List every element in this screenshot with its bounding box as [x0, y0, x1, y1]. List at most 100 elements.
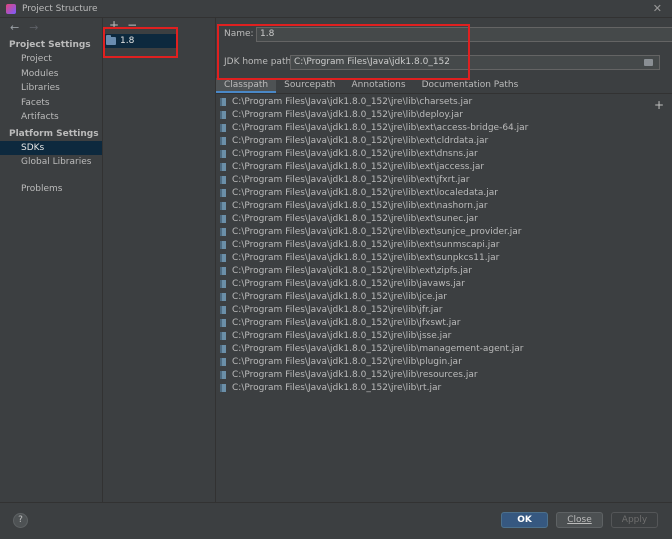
- close-button[interactable]: Close: [556, 512, 603, 528]
- jar-icon: [220, 279, 226, 288]
- classpath-entry: C:\Program Files\Java\jdk1.8.0_152\jre\l…: [232, 278, 465, 289]
- tab-annotations[interactable]: Annotations: [344, 78, 414, 93]
- classpath-entry: C:\Program Files\Java\jdk1.8.0_152\jre\l…: [232, 239, 500, 250]
- jar-icon: [220, 331, 226, 340]
- jdk-home-path-label: JDK home path:: [224, 57, 295, 67]
- classpath-entry: C:\Program Files\Java\jdk1.8.0_152\jre\l…: [232, 382, 442, 393]
- classpath-entry: C:\Program Files\Java\jdk1.8.0_152\jre\l…: [232, 226, 522, 237]
- jdk-folder-icon: [106, 35, 116, 45]
- sdk-name-input[interactable]: 1.8: [256, 27, 672, 42]
- classpath-row[interactable]: C:\Program Files\Java\jdk1.8.0_152\jre\l…: [217, 108, 650, 121]
- classpath-row[interactable]: C:\Program Files\Java\jdk1.8.0_152\jre\l…: [217, 173, 650, 186]
- classpath-row[interactable]: C:\Program Files\Java\jdk1.8.0_152\jre\l…: [217, 186, 650, 199]
- nav-item-global-libraries[interactable]: Global Libraries: [0, 155, 102, 170]
- nav-item-problems[interactable]: Problems: [0, 182, 102, 197]
- classpath-entry: C:\Program Files\Java\jdk1.8.0_152\jre\l…: [232, 174, 470, 185]
- folder-icon: [643, 59, 653, 66]
- classpath-row[interactable]: C:\Program Files\Java\jdk1.8.0_152\jre\l…: [217, 134, 650, 147]
- project-settings-header: Project Settings: [9, 40, 91, 50]
- classpath-row[interactable]: C:\Program Files\Java\jdk1.8.0_152\jre\l…: [217, 329, 650, 342]
- jar-icon: [220, 344, 226, 353]
- jar-icon: [220, 162, 226, 171]
- classpath-entry: C:\Program Files\Java\jdk1.8.0_152\jre\l…: [232, 369, 478, 380]
- remove-sdk-button[interactable]: −: [127, 18, 137, 32]
- dialog-button-bar: ? OK Close Apply: [0, 502, 672, 539]
- jar-icon: [220, 110, 226, 119]
- browse-folder-button[interactable]: [640, 56, 656, 69]
- classpath-entry: C:\Program Files\Java\jdk1.8.0_152\jre\l…: [232, 343, 524, 354]
- title-bar: Project Structure ✕: [0, 0, 672, 18]
- classpath-row[interactable]: C:\Program Files\Java\jdk1.8.0_152\jre\l…: [217, 121, 650, 134]
- classpath-entry: C:\Program Files\Java\jdk1.8.0_152\jre\l…: [232, 304, 443, 315]
- classpath-row[interactable]: C:\Program Files\Java\jdk1.8.0_152\jre\l…: [217, 251, 650, 264]
- forward-arrow-icon[interactable]: →: [29, 21, 38, 34]
- jar-icon: [220, 253, 226, 262]
- classpath-row[interactable]: C:\Program Files\Java\jdk1.8.0_152\jre\l…: [217, 277, 650, 290]
- classpath-row[interactable]: C:\Program Files\Java\jdk1.8.0_152\jre\l…: [217, 355, 650, 368]
- classpath-row[interactable]: C:\Program Files\Java\jdk1.8.0_152\jre\l…: [217, 264, 650, 277]
- tab-classpath[interactable]: Classpath: [216, 78, 277, 93]
- classpath-entry: C:\Program Files\Java\jdk1.8.0_152\jre\l…: [232, 161, 485, 172]
- nav-item-project[interactable]: Project: [0, 52, 102, 67]
- jar-icon: [220, 305, 226, 314]
- sdk-tabs: Classpath Sourcepath Annotations Documen…: [216, 78, 672, 94]
- sdk-details-panel: Name: 1.8 JDK home path: C:\Program File…: [216, 18, 672, 502]
- classpath-row[interactable]: C:\Program Files\Java\jdk1.8.0_152\jre\l…: [217, 342, 650, 355]
- classpath-row[interactable]: C:\Program Files\Java\jdk1.8.0_152\jre\l…: [217, 316, 650, 329]
- jar-icon: [220, 188, 226, 197]
- jar-icon: [220, 357, 226, 366]
- nav-item-facets[interactable]: Facets: [0, 96, 102, 111]
- jar-icon: [220, 266, 226, 275]
- add-sdk-button[interactable]: +: [109, 18, 119, 32]
- classpath-row[interactable]: C:\Program Files\Java\jdk1.8.0_152\jre\l…: [217, 381, 650, 394]
- classpath-row[interactable]: C:\Program Files\Java\jdk1.8.0_152\jre\l…: [217, 225, 650, 238]
- tab-documentation-paths[interactable]: Documentation Paths: [414, 78, 527, 93]
- name-label: Name:: [224, 29, 254, 39]
- classpath-entry: C:\Program Files\Java\jdk1.8.0_152\jre\l…: [232, 135, 489, 146]
- classpath-row[interactable]: C:\Program Files\Java\jdk1.8.0_152\jre\l…: [217, 290, 650, 303]
- classpath-entry: C:\Program Files\Java\jdk1.8.0_152\jre\l…: [232, 291, 447, 302]
- jdk-home-path-input[interactable]: C:\Program Files\Java\jdk1.8.0_152: [290, 55, 660, 70]
- classpath-row[interactable]: C:\Program Files\Java\jdk1.8.0_152\jre\l…: [217, 212, 650, 225]
- classpath-row[interactable]: C:\Program Files\Java\jdk1.8.0_152\jre\l…: [217, 199, 650, 212]
- help-button[interactable]: ?: [13, 513, 28, 528]
- classpath-entry: C:\Program Files\Java\jdk1.8.0_152\jre\l…: [232, 330, 452, 341]
- classpath-row[interactable]: C:\Program Files\Java\jdk1.8.0_152\jre\l…: [217, 368, 650, 381]
- classpath-entry: C:\Program Files\Java\jdk1.8.0_152\jre\l…: [232, 109, 463, 120]
- classpath-row[interactable]: C:\Program Files\Java\jdk1.8.0_152\jre\l…: [217, 238, 650, 251]
- jar-icon: [220, 149, 226, 158]
- nav-history: ← →: [0, 18, 102, 36]
- jar-icon: [220, 292, 226, 301]
- classpath-row[interactable]: C:\Program Files\Java\jdk1.8.0_152\jre\l…: [217, 147, 650, 160]
- jar-icon: [220, 370, 226, 379]
- classpath-list: C:\Program Files\Java\jdk1.8.0_152\jre\l…: [217, 95, 650, 394]
- classpath-entry: C:\Program Files\Java\jdk1.8.0_152\jre\l…: [232, 187, 498, 198]
- nav-item-sdks[interactable]: SDKs: [0, 140, 102, 155]
- window-close-icon[interactable]: ✕: [653, 2, 662, 15]
- classpath-row[interactable]: C:\Program Files\Java\jdk1.8.0_152\jre\l…: [217, 95, 650, 108]
- nav-item-libraries[interactable]: Libraries: [0, 81, 102, 96]
- platform-settings-header: Platform Settings: [9, 128, 99, 139]
- classpath-entry: C:\Program Files\Java\jdk1.8.0_152\jre\l…: [232, 252, 500, 263]
- classpath-entry: C:\Program Files\Java\jdk1.8.0_152\jre\l…: [232, 213, 478, 224]
- classpath-entry: C:\Program Files\Java\jdk1.8.0_152\jre\l…: [232, 148, 478, 159]
- tab-sourcepath[interactable]: Sourcepath: [276, 78, 343, 93]
- ok-button[interactable]: OK: [501, 512, 548, 528]
- jar-icon: [220, 227, 226, 236]
- classpath-row[interactable]: C:\Program Files\Java\jdk1.8.0_152\jre\l…: [217, 160, 650, 173]
- sdk-list-panel: + − 1.8: [103, 18, 216, 502]
- classpath-entry: C:\Program Files\Java\jdk1.8.0_152\jre\l…: [232, 317, 461, 328]
- classpath-entry: C:\Program Files\Java\jdk1.8.0_152\jre\l…: [232, 96, 473, 107]
- apply-button[interactable]: Apply: [611, 512, 658, 528]
- classpath-row[interactable]: C:\Program Files\Java\jdk1.8.0_152\jre\l…: [217, 303, 650, 316]
- nav-item-modules[interactable]: Modules: [0, 67, 102, 82]
- add-classpath-button[interactable]: +: [654, 98, 664, 112]
- sdk-list-toolbar: + −: [103, 18, 215, 32]
- back-arrow-icon[interactable]: ←: [10, 21, 19, 34]
- nav-item-artifacts[interactable]: Artifacts: [0, 110, 102, 125]
- jar-icon: [220, 240, 226, 249]
- jar-icon: [220, 318, 226, 327]
- sdk-list-item[interactable]: 1.8: [103, 34, 177, 48]
- jar-icon: [220, 175, 226, 184]
- jar-icon: [220, 136, 226, 145]
